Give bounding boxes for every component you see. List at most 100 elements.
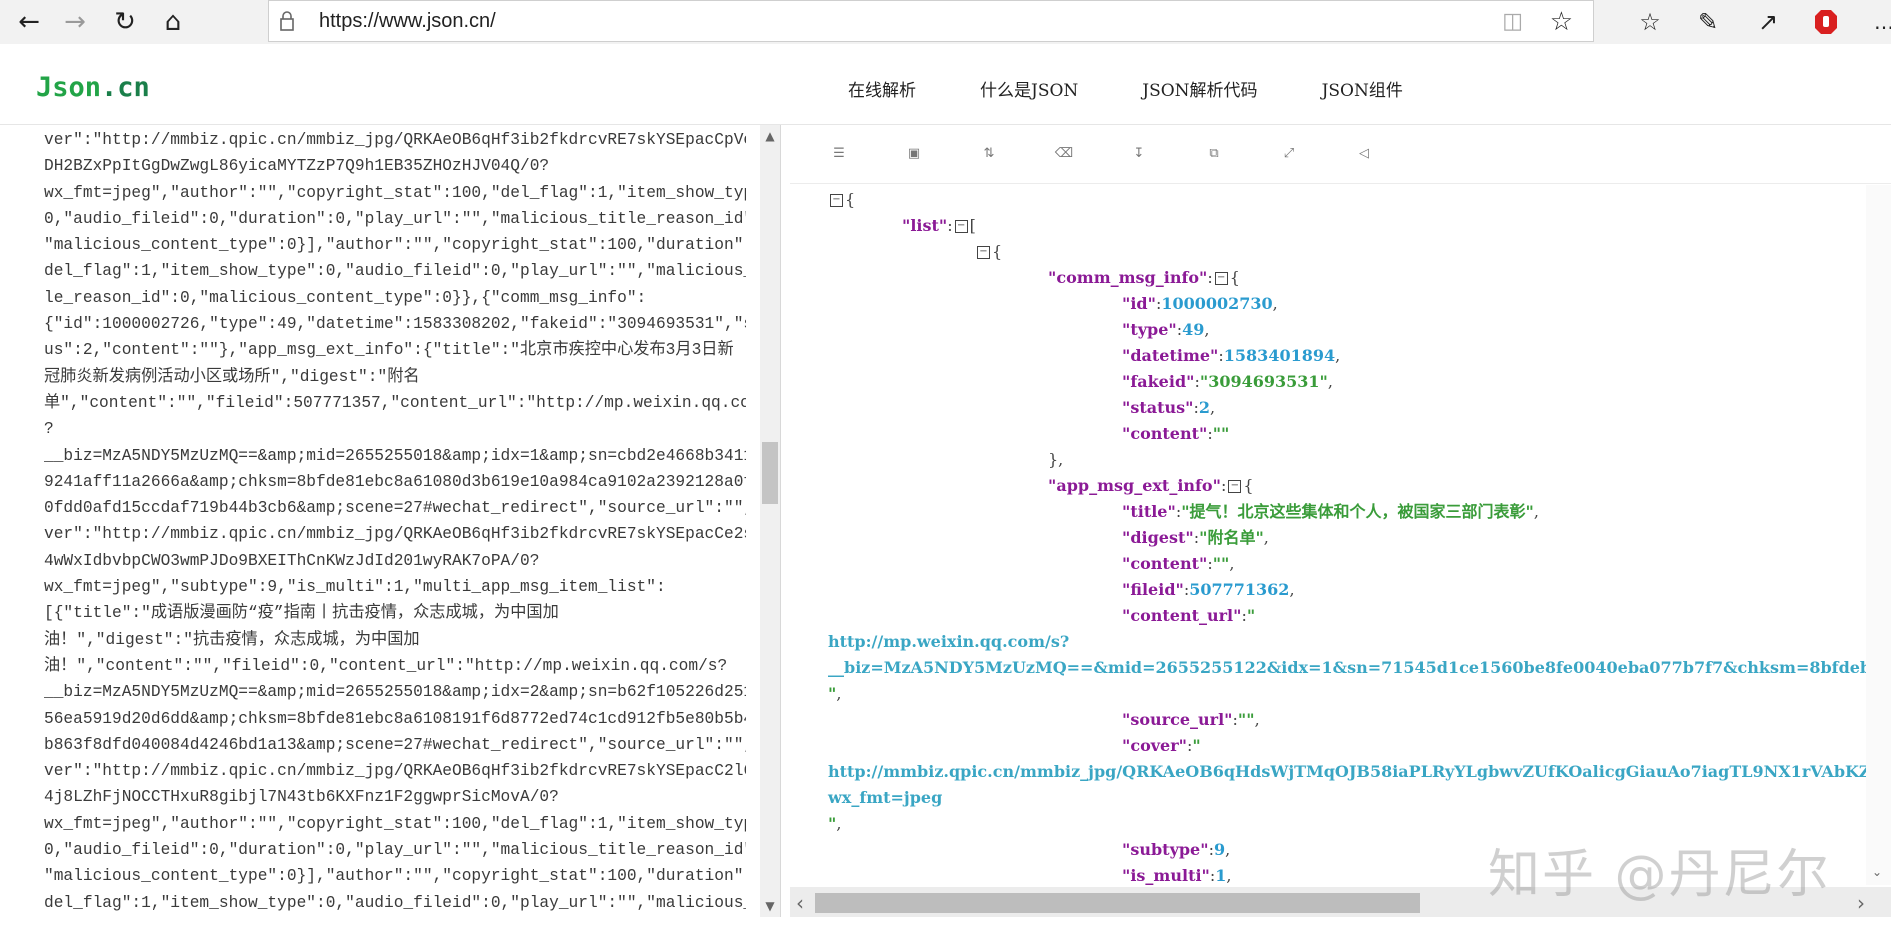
raw-json-line: 单","content":"","fileid":507771357,"cont… bbox=[44, 393, 746, 412]
raw-json-line: le_reason_id":0,"malicious_content_type"… bbox=[44, 288, 647, 307]
raw-json-line: ? bbox=[44, 420, 54, 439]
reading-view-icon[interactable]: ◫ bbox=[1502, 9, 1523, 34]
document-icon[interactable]: ▣ bbox=[903, 142, 925, 164]
raw-json-line: us":2,"content":""},"app_msg_ext_info":{… bbox=[44, 341, 734, 360]
adblock-icon[interactable] bbox=[1808, 6, 1844, 38]
cover-close: ", bbox=[828, 814, 842, 833]
site-nav: 在线解析 什么是JSON JSON解析代码 JSON组件 bbox=[848, 76, 1467, 101]
address-bar[interactable]: https://www.json.cn/ ◫ ☆ bbox=[268, 0, 1594, 42]
compress-icon[interactable]: ⤢ bbox=[1278, 142, 1300, 164]
nav-online-parse[interactable]: 在线解析 bbox=[848, 76, 916, 101]
horizontal-scroll-thumb[interactable] bbox=[815, 893, 1420, 913]
site-header: Json.cn 在线解析 什么是JSON JSON解析代码 JSON组件 bbox=[0, 44, 1891, 125]
scroll-down-icon[interactable]: ⌄ bbox=[1872, 865, 1882, 879]
json-field-status: "status":2, bbox=[1122, 398, 1216, 417]
trash-icon[interactable]: ⌫ bbox=[1053, 142, 1075, 164]
cover-key-row: "cover":" bbox=[1122, 736, 1201, 755]
content-url-line-1: http://mp.weixin.qq.com/s? bbox=[828, 632, 1070, 651]
copy-icon[interactable]: ⧉ bbox=[1203, 142, 1225, 164]
raw-json-line: wx_fmt=jpeg","subtype":9,"is_multi":1,"m… bbox=[44, 578, 666, 597]
browser-toolbar: ← → ↻ ⌂ https://www.json.cn/ ◫ ☆ ☆ ✎ ↗ … bbox=[0, 0, 1891, 45]
comm-msg-info-close: }, bbox=[1048, 450, 1064, 469]
collapse-toggle-icon[interactable]: − bbox=[1214, 272, 1228, 285]
lock-icon bbox=[280, 11, 294, 31]
watermark: 知乎 @丹尼尔 bbox=[1488, 845, 1831, 905]
raw-json-line: 4j8LZhFjNOCCTHxuR8gibjl7N43tb6KXFnz1F2gg… bbox=[44, 788, 559, 807]
subtype-row: "subtype":9, bbox=[1122, 840, 1231, 859]
json-field-digest: "digest":"附名单", bbox=[1122, 528, 1269, 547]
refresh-icon[interactable]: ↻ bbox=[108, 6, 142, 38]
json-tree: −{ "list": −[ −{ "comm_msg_info": −{ "id":… bbox=[790, 185, 1866, 885]
json-field-content: "content":"", bbox=[1122, 554, 1235, 573]
json-field-content: "content":"" bbox=[1122, 424, 1230, 443]
raw-json-scroll-thumb[interactable] bbox=[762, 442, 778, 504]
collapse-toggle-icon[interactable]: − bbox=[1228, 480, 1242, 493]
app-msg-ext-info-key-row: "app_msg_ext_info": −{ bbox=[1048, 476, 1254, 495]
scroll-left-icon[interactable]: ‹ bbox=[796, 891, 804, 915]
forward-arrow-icon[interactable]: → bbox=[58, 6, 92, 38]
raw-json-line: "malicious_content_type":0}],"author":""… bbox=[44, 236, 746, 255]
raw-json-text[interactable]: ver":"http://mmbiz.qpic.cn/mmbiz_jpg/QRK… bbox=[44, 127, 746, 916]
raw-json-line: 56ea5919d20d6dd&amp;chksm=8bfde81ebc8a61… bbox=[44, 709, 746, 728]
raw-json-line: DH2BZxPpItGgDwZwgL86yicaMYTZzP7Q9h1EB35Z… bbox=[44, 157, 550, 176]
json-field-type: "type":49, bbox=[1122, 320, 1210, 339]
format-toolbar: ☰ ▣ ⇅ ⌫ ↧ ⧉ ⤢ ◁ bbox=[790, 125, 1891, 184]
home-icon[interactable]: ⌂ bbox=[156, 6, 190, 38]
raw-json-line: del_flag":1,"item_show_type":0,"audio_fi… bbox=[44, 893, 746, 912]
content-url-close: ", bbox=[828, 684, 842, 703]
nav-json-components[interactable]: JSON组件 bbox=[1322, 76, 1403, 101]
raw-json-line: 0,"audio_fileid":0,"duration":0,"play_ur… bbox=[44, 841, 746, 860]
raw-json-line: 油！","digest":"抗击疫情，众志成城，为中国加 bbox=[44, 630, 420, 649]
collapse-toggle-icon[interactable]: − bbox=[830, 194, 843, 207]
raw-json-line: 0fdd0afd15ccdaf719b44b3cb6&amp;scene=27#… bbox=[44, 499, 746, 518]
raw-json-line: wx_fmt=jpeg","author":"","copyright_stat… bbox=[44, 814, 746, 833]
collapse-toggle-icon[interactable]: − bbox=[954, 220, 968, 233]
download-icon[interactable]: ↧ bbox=[1128, 142, 1150, 164]
raw-json-line: {"id":1000002726,"type":49,"datetime":15… bbox=[44, 315, 746, 334]
database-icon[interactable]: ☰ bbox=[828, 142, 850, 164]
raw-json-line: 冠肺炎新发病例活动小区或场所","digest":"附名 bbox=[44, 367, 420, 386]
raw-json-line: del_flag":1,"item_show_type":0,"audio_fi… bbox=[44, 262, 746, 281]
raw-json-line: __biz=MzA5NDY5MzUzMQ==&amp;mid=265525501… bbox=[44, 683, 746, 702]
nav-what-is-json[interactable]: 什么是JSON bbox=[980, 76, 1078, 101]
raw-json-line: "malicious_content_type":0}],"author":""… bbox=[44, 867, 746, 886]
scroll-up-icon[interactable]: ▲ bbox=[762, 129, 778, 143]
collapse-toggle-icon[interactable]: − bbox=[977, 246, 990, 259]
back-arrow-icon[interactable]: ← bbox=[12, 6, 46, 38]
json-field-fakeid: "fakeid":"3094693531", bbox=[1122, 372, 1333, 391]
raw-json-line: [{"title":"成语版漫画防“疫”指南丨抗击疫情，众志成城，为中国加 bbox=[44, 604, 559, 623]
raw-json-line: ver":"http://mmbiz.qpic.cn/mmbiz_jpg/QRK… bbox=[44, 762, 746, 781]
more-menu-icon[interactable]: … bbox=[1866, 6, 1891, 38]
pen-icon[interactable]: ✎ bbox=[1690, 6, 1726, 38]
nav-json-parse-code[interactable]: JSON解析代码 bbox=[1142, 76, 1257, 101]
json-field-fileid: "fileid":507771362, bbox=[1122, 580, 1295, 599]
raw-json-scrollbar[interactable]: ▲ ▼ bbox=[760, 125, 780, 917]
raw-json-input[interactable]: ver":"http://mmbiz.qpic.cn/mmbiz_jpg/QRK… bbox=[0, 125, 781, 917]
raw-json-line: 9241aff11a2666a&amp;chksm=8bfde81ebc8a61… bbox=[44, 472, 746, 491]
site-logo[interactable]: Json.cn bbox=[36, 72, 150, 103]
raw-json-line: __biz=MzA5NDY5MzUzMQ==&amp;mid=265525501… bbox=[44, 446, 746, 465]
favorites-list-icon[interactable]: ☆ bbox=[1632, 6, 1668, 38]
cover-line-1: http://mmbiz.qpic.cn/mmbiz_jpg/QRKAeOB6q… bbox=[828, 762, 1866, 781]
scroll-down-icon[interactable]: ▼ bbox=[762, 899, 778, 913]
comm-msg-info-key-row: "comm_msg_info": −{ bbox=[1048, 268, 1240, 287]
source-url-row: "source_url":"", bbox=[1122, 710, 1260, 729]
list-key-row: "list": −[ bbox=[902, 216, 976, 235]
raw-json-line: 油！","content":"","fileid":0,"content_url… bbox=[44, 656, 728, 675]
raw-json-line: 4wWxIdbvbpCWO3wmPJDo9BXEIThCnKWzJdId201w… bbox=[44, 551, 540, 570]
raw-json-line: 0,"audio_fileid":0,"duration":0,"play_ur… bbox=[44, 209, 746, 228]
sort-icon[interactable]: ⇅ bbox=[978, 142, 1000, 164]
url-text: https://www.json.cn/ bbox=[319, 10, 496, 32]
formatted-json-view: ☰ ▣ ⇅ ⌫ ↧ ⧉ ⤢ ◁ −{ "list": −[ −{ "comm_ms… bbox=[790, 125, 1891, 917]
scroll-right-icon[interactable]: › bbox=[1857, 891, 1865, 915]
collapse-icon[interactable]: ◁ bbox=[1353, 142, 1375, 164]
json-field-id: "id":1000002730, bbox=[1122, 294, 1278, 313]
formatted-vertical-scrollbar[interactable]: ⌄ bbox=[1866, 185, 1891, 885]
favorite-star-icon[interactable]: ☆ bbox=[1550, 7, 1573, 37]
raw-json-line: ver":"http://mmbiz.qpic.cn/mmbiz_jpg/QRK… bbox=[44, 131, 746, 149]
raw-json-line: ver":"http://mmbiz.qpic.cn/mmbiz_jpg/QRK… bbox=[44, 525, 746, 544]
share-icon[interactable]: ↗ bbox=[1750, 6, 1786, 38]
content-url-line-2: __biz=MzA5NDY5MzUzMQ==&mid=2655255122&id… bbox=[828, 658, 1866, 677]
raw-json-line: b863f8dfd040084d4246bd1a13&amp;scene=27#… bbox=[44, 735, 746, 754]
json-field-title: "title":"提气！北京这些集体和个人，被国家三部门表彰", bbox=[1122, 502, 1539, 521]
